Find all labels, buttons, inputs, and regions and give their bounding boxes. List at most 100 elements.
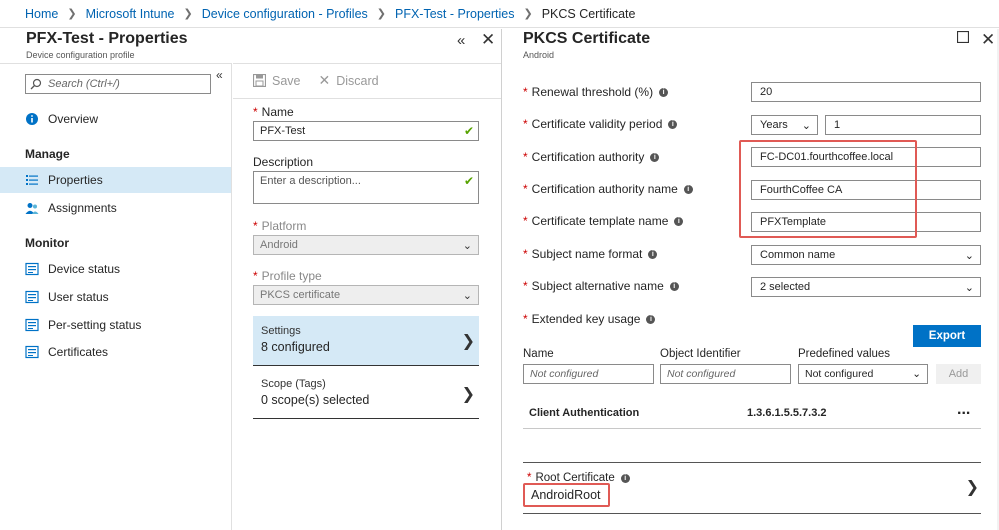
chevron-right-icon: ❯ [461,386,475,403]
description-field[interactable]: Enter a description... ✔ [253,171,479,204]
nav-overview[interactable]: Overview [0,106,231,132]
checkmark-icon: ✔ [463,174,474,188]
nav-properties-label: Properties [48,173,103,187]
validity-period-label: * Certificate validity period i [523,117,678,131]
nav-monitor-header: Monitor [25,236,69,250]
info-icon[interactable]: i [646,314,656,324]
info-icon [26,113,38,125]
info-icon[interactable]: i [648,249,658,259]
resource-menu: Search (Ctrl+/) « Overview Manage Proper… [0,63,232,530]
scope-tags-value: 0 scope(s) selected [261,393,370,407]
properties-form: Save ✕ Discard * Name PFX-Test ✔ Descript… [233,63,501,530]
breadcrumb-intune[interactable]: Microsoft Intune [86,7,175,21]
nav-user-status[interactable]: User status [0,284,231,310]
ca-label: * Certification authority i [523,150,660,164]
highlight-box-ca [739,140,917,238]
properties-blade: PFX-Test - Properties Device configurati… [0,29,502,530]
profile-type-value: PKCS certificate [260,289,341,301]
info-icon[interactable]: i [669,281,679,291]
nav-properties[interactable]: Properties [0,167,231,193]
name-field[interactable]: PFX-Test ✔ [253,121,479,141]
breadcrumb-pfx-properties[interactable]: PFX-Test - Properties [395,7,514,21]
subject-format-label: * Subject name format i [523,247,658,261]
status-list-icon [25,262,39,276]
nav-certificates[interactable]: Certificates [0,339,231,365]
renewal-threshold-label: * Renewal threshold (%) i [523,85,669,99]
search-icon [30,78,42,90]
checkmark-icon: ✔ [463,124,474,138]
chevron-down-icon: ⌄ [462,289,472,302]
status-list-icon [25,290,39,304]
users-icon [25,203,39,214]
breadcrumb-device-config[interactable]: Device configuration - Profiles [202,7,368,21]
close-icon[interactable]: ✕ [481,30,495,50]
san-select[interactable]: 2 selected ⌄ [751,277,981,297]
table-row[interactable]: Client Authentication 1.3.6.1.5.5.7.3.2 … [523,395,981,429]
nav-assignments-label: Assignments [48,201,117,215]
toolbar-divider [233,98,501,99]
info-icon[interactable]: i [620,473,630,483]
subject-format-select[interactable]: Common name ⌄ [751,245,981,265]
blade-title: PKCS Certificate [523,30,651,47]
nav-manage-header: Manage [25,147,70,161]
eku-predefined-select[interactable]: Not configured ⌄ [798,364,928,384]
eku-label: * Extended key usage i [523,312,656,326]
discard-button[interactable]: ✕ Discard [319,72,379,89]
validity-value-input[interactable]: 1 [825,115,981,135]
nav-per-setting-status[interactable]: Per-setting status [0,312,231,338]
eku-col-predefined: Predefined values [798,348,891,360]
close-icon[interactable]: ✕ [981,30,995,50]
name-value: PFX-Test [260,125,306,137]
validity-unit-select[interactable]: Years ⌄ [751,115,818,135]
eku-name-input[interactable]: Not configured [523,364,654,384]
scope-tags-card[interactable]: Scope (Tags) 0 scope(s) selected ❯ [253,369,479,419]
collapse-blade-icon[interactable]: « [457,32,465,49]
properties-icon [26,175,38,185]
info-icon[interactable]: i [659,87,669,97]
info-icon[interactable]: i [650,152,660,162]
info-icon[interactable]: i [683,184,693,194]
nav-per-setting-status-label: Per-setting status [48,318,142,332]
info-icon[interactable]: i [674,216,684,226]
chevron-right-icon: ❯ [965,479,979,496]
highlight-box-root [523,483,610,507]
discard-button-label: Discard [336,73,379,88]
eku-col-oid: Object Identifier [660,348,741,360]
maximize-icon[interactable] [956,30,970,47]
save-icon [253,74,266,87]
search-input[interactable]: Search (Ctrl+/) [25,74,211,94]
add-eku-button[interactable]: Add [936,364,981,384]
ca-name-label: * Certification authority name i [523,182,693,196]
save-button-label: Save [272,73,301,88]
chevron-right-icon: ❯ [376,8,386,20]
settings-card[interactable]: Settings 8 configured ❯ [253,316,479,366]
chevron-right-icon: ❯ [461,333,475,350]
chevron-down-icon: ⌄ [462,239,472,252]
nav-overview-label: Overview [48,112,99,126]
chevron-down-icon: ⌄ [912,368,921,380]
eku-row-oid: 1.3.6.1.5.5.7.3.2 [747,407,827,419]
collapse-menu-icon[interactable]: « [216,68,223,82]
renewal-threshold-input[interactable]: 20 [751,82,981,102]
san-label: * Subject alternative name i [523,279,679,293]
save-button[interactable]: Save [253,72,301,89]
settings-card-label: Settings [261,325,301,337]
eku-oid-input[interactable]: Not configured [660,364,791,384]
pkcs-certificate-blade: PKCS Certificate Android ✕ * Renewal thre… [503,29,999,530]
info-icon[interactable]: i [668,119,678,129]
breadcrumb-home[interactable]: Home [25,7,58,21]
nav-assignments[interactable]: Assignments [0,195,231,221]
chevron-right-icon: ❯ [523,8,533,20]
nav-device-status[interactable]: Device status [0,256,231,282]
description-placeholder: Enter a description... [260,175,361,187]
scope-tags-label: Scope (Tags) [261,378,326,390]
export-button[interactable]: Export [913,325,981,347]
discard-icon: ✕ [318,72,331,88]
eku-col-name: Name [523,348,554,360]
nav-user-status-label: User status [48,290,109,304]
command-bar: Save ✕ Discard [253,72,379,89]
more-options-icon[interactable]: ... [957,401,970,419]
nav-device-status-label: Device status [48,262,121,276]
platform-value: Android [260,239,298,251]
profile-type-label: * Profile type [253,269,322,283]
